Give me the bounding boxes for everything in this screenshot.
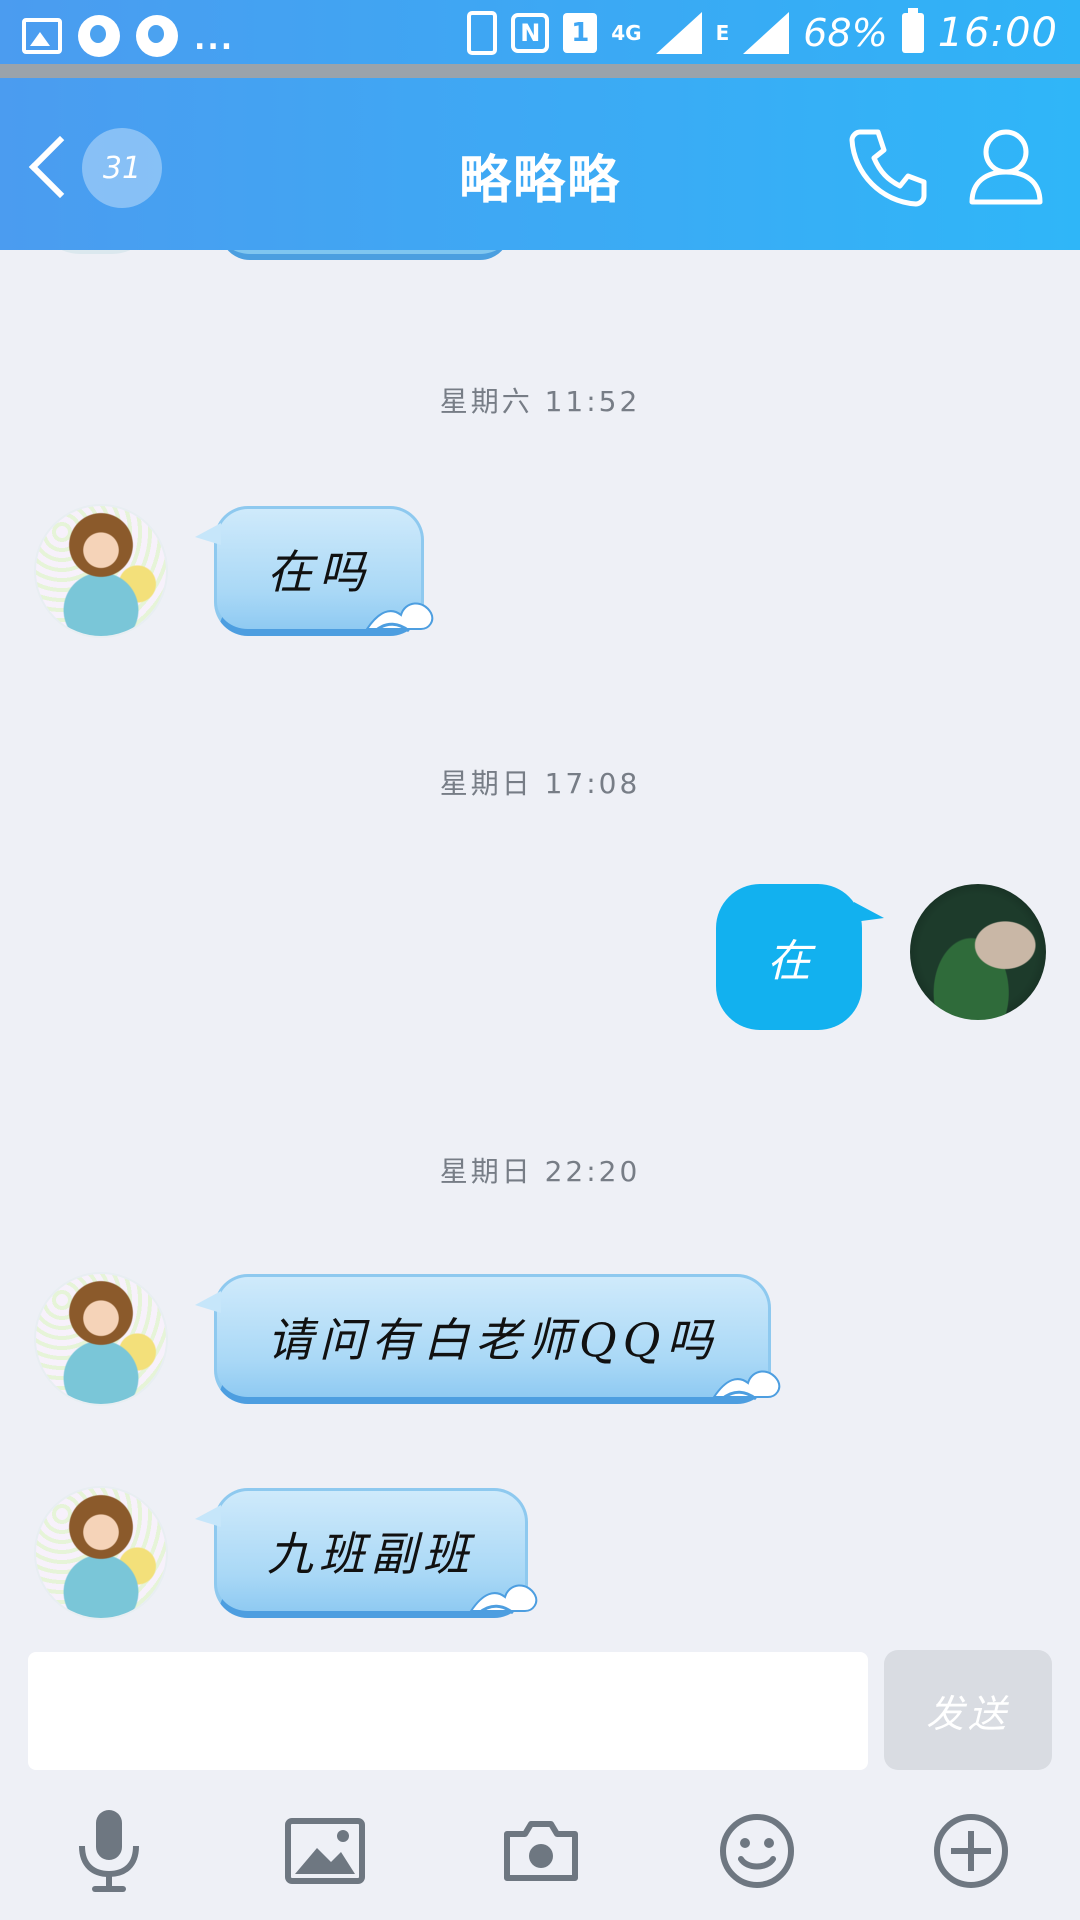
status-indicators: N 1 4G E 68% 16:00 — [467, 8, 1058, 56]
profile-icon — [969, 129, 1043, 205]
nfc-icon: N — [511, 13, 550, 53]
plus-icon — [934, 1814, 1008, 1888]
send-button[interactable]: 发送 — [884, 1650, 1052, 1770]
wave-decor-icon — [469, 1584, 538, 1615]
profile-button[interactable] — [966, 124, 1046, 208]
message-text: 请问有白老师QQ吗 — [267, 1313, 719, 1367]
phone-icon — [849, 129, 927, 207]
qq-notification-icon — [136, 14, 178, 57]
message-timestamp: 星期日 22:20 — [439, 1155, 641, 1188]
message-text: 在 — [767, 936, 811, 987]
status-notifications: ... — [22, 14, 234, 57]
status-divider — [0, 64, 1080, 78]
more-notifications: ... — [194, 22, 235, 57]
contact-avatar[interactable] — [34, 504, 168, 638]
message-timestamp: 星期日 17:08 — [439, 767, 641, 800]
gallery-notification-icon — [22, 17, 62, 54]
message-input[interactable] — [28, 1652, 868, 1770]
voice-button[interactable] — [64, 1806, 154, 1896]
message-list[interactable]: 星期六 11:52 在吗 星期日 17:08 在 星期日 22:20 请问有白老… — [0, 250, 1080, 1650]
message-bubble-partial — [220, 250, 510, 260]
composer: 发送 — [0, 1650, 1080, 1920]
signal-icon — [655, 12, 702, 54]
image-icon — [285, 1818, 365, 1884]
message-text: 九班副班 — [267, 1527, 475, 1581]
signal-icon — [743, 12, 790, 54]
battery-saver-icon — [467, 11, 498, 55]
wave-decor-icon — [365, 602, 434, 633]
emoji-icon — [720, 1814, 794, 1888]
contact-avatar[interactable] — [34, 1272, 168, 1406]
wave-decor-icon — [712, 1370, 781, 1401]
incoming-message[interactable]: 九班副班 — [195, 1488, 538, 1618]
avatar — [36, 250, 156, 254]
signal-type: E — [715, 21, 730, 45]
network-type: 4G — [611, 21, 642, 45]
battery-percent: 68% — [803, 11, 888, 55]
emoji-button[interactable] — [712, 1806, 802, 1896]
my-avatar[interactable] — [910, 884, 1046, 1020]
battery-icon — [901, 8, 924, 53]
composer-toolbar — [0, 1800, 1080, 1910]
call-button[interactable] — [846, 124, 930, 208]
incoming-message[interactable]: 请问有白老师QQ吗 — [194, 1274, 781, 1404]
status-bar: ... N 1 4G E 68% 16:00 — [0, 0, 1080, 66]
camera-icon — [504, 1821, 578, 1881]
clock: 16:00 — [937, 10, 1058, 56]
contact-avatar[interactable] — [34, 1486, 168, 1620]
sim-icon: 1 — [563, 13, 598, 53]
microphone-icon — [79, 1810, 139, 1892]
message-timestamp: 星期六 11:52 — [439, 385, 641, 418]
outgoing-message[interactable]: 在 — [716, 884, 884, 1030]
qq-notification-icon — [78, 14, 120, 57]
camera-button[interactable] — [496, 1806, 586, 1896]
photo-button[interactable] — [280, 1806, 370, 1896]
message-text: 在吗 — [267, 545, 371, 599]
incoming-message[interactable]: 在吗 — [195, 506, 434, 636]
more-button[interactable] — [926, 1806, 1016, 1896]
chat-header: 31 略略略 — [0, 78, 1080, 250]
